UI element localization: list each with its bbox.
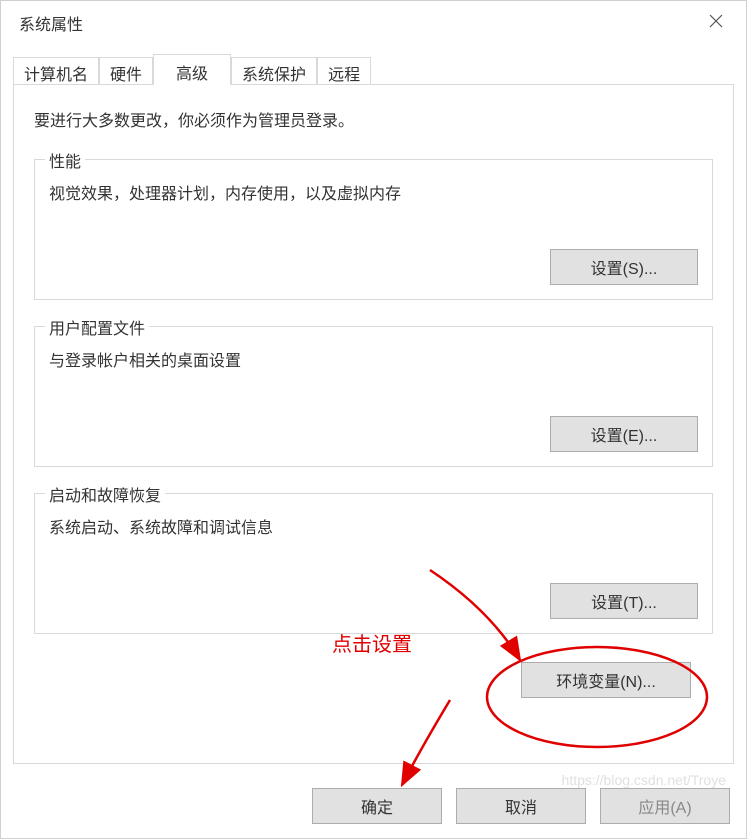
tab-computer-name[interactable]: 计算机名 bbox=[13, 57, 99, 85]
window-title: 系统属性 bbox=[19, 11, 83, 35]
tab-advanced[interactable]: 高级 bbox=[153, 54, 231, 85]
performance-settings-button[interactable]: 设置(S)... bbox=[550, 249, 698, 285]
group-performance-btn-row: 设置(S)... bbox=[49, 249, 698, 285]
group-profiles-desc: 与登录帐户相关的桌面设置 bbox=[49, 347, 698, 371]
group-profiles: 用户配置文件 与登录帐户相关的桌面设置 设置(E)... bbox=[34, 326, 713, 467]
group-profiles-btn-row: 设置(E)... bbox=[49, 416, 698, 452]
watermark: https://blog.csdn.net/Troye bbox=[562, 772, 726, 788]
group-performance-title: 性能 bbox=[45, 148, 85, 172]
admin-note: 要进行大多数更改，你必须作为管理员登录。 bbox=[34, 107, 713, 131]
ok-button[interactable]: 确定 bbox=[312, 788, 442, 824]
profiles-settings-button[interactable]: 设置(E)... bbox=[550, 416, 698, 452]
close-icon bbox=[709, 14, 723, 28]
env-btn-row: 环境变量(N)... bbox=[34, 662, 713, 698]
close-button[interactable] bbox=[686, 1, 746, 41]
tab-hardware[interactable]: 硬件 bbox=[99, 57, 153, 85]
startup-settings-button[interactable]: 设置(T)... bbox=[550, 583, 698, 619]
annotation-label: 点击设置 bbox=[332, 628, 412, 657]
cancel-button[interactable]: 取消 bbox=[456, 788, 586, 824]
apply-button[interactable]: 应用(A) bbox=[600, 788, 730, 824]
tabs: 计算机名 硬件 高级 系统保护 远程 bbox=[13, 54, 734, 85]
tab-remote[interactable]: 远程 bbox=[317, 57, 371, 85]
group-startup-title: 启动和故障恢复 bbox=[45, 482, 165, 506]
tab-content-advanced: 要进行大多数更改，你必须作为管理员登录。 性能 视觉效果，处理器计划，内存使用，… bbox=[13, 84, 734, 764]
tab-system-protection[interactable]: 系统保护 bbox=[231, 57, 317, 85]
group-startup-desc: 系统启动、系统故障和调试信息 bbox=[49, 514, 698, 538]
group-startup: 启动和故障恢复 系统启动、系统故障和调试信息 设置(T)... bbox=[34, 493, 713, 634]
environment-variables-button[interactable]: 环境变量(N)... bbox=[521, 662, 691, 698]
group-performance-desc: 视觉效果，处理器计划，内存使用，以及虚拟内存 bbox=[49, 180, 698, 204]
group-performance: 性能 视觉效果，处理器计划，内存使用，以及虚拟内存 设置(S)... bbox=[34, 159, 713, 300]
group-profiles-title: 用户配置文件 bbox=[45, 315, 149, 339]
group-startup-btn-row: 设置(T)... bbox=[49, 583, 698, 619]
footer-buttons: 确定 取消 应用(A) bbox=[312, 788, 730, 824]
titlebar: 系统属性 bbox=[1, 1, 746, 44]
system-properties-window: 系统属性 计算机名 硬件 高级 系统保护 远程 要进行大多数更改，你必须作为管理… bbox=[0, 0, 747, 839]
